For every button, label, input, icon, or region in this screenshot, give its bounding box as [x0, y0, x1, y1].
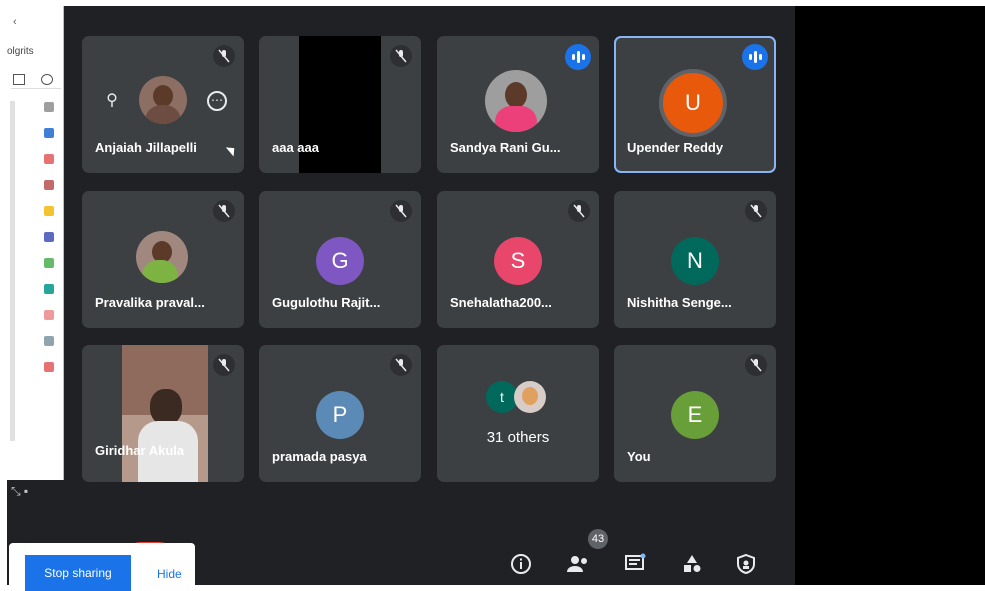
- mic-off-icon: [390, 45, 412, 67]
- others-avatar-stack: t: [486, 381, 556, 417]
- participant-name: Gugulothu Rajit...: [272, 295, 381, 310]
- others-tile[interactable]: t 31 others: [437, 345, 599, 482]
- more-tool-icon: [44, 362, 54, 372]
- chat-icon[interactable]: [622, 553, 648, 579]
- avatar-initial: E: [671, 391, 719, 439]
- shield-icon[interactable]: [733, 553, 759, 579]
- participant-tile[interactable]: aaa aaa: [259, 36, 421, 173]
- background-app-window: ‹ olgrits: [7, 6, 64, 480]
- mouse-cursor: [225, 143, 239, 157]
- avatar: [139, 76, 187, 124]
- mic-off-icon: [568, 200, 590, 222]
- participants-count-badge: 43: [588, 529, 608, 549]
- pin-icon[interactable]: ⚲: [102, 91, 122, 111]
- mic-off-icon: [390, 200, 412, 222]
- participant-name: Pravalika praval...: [95, 295, 205, 310]
- background-app-bottom-icons: ⤡ ▪: [11, 484, 29, 498]
- avatar-photo-body: [145, 105, 181, 124]
- background-app-title: olgrits: [7, 46, 34, 57]
- participant-tile[interactable]: S Snehalatha200...: [437, 191, 599, 328]
- background-app-scrollbar: [10, 101, 15, 441]
- mic-off-icon: [745, 354, 767, 376]
- participant-tile[interactable]: P pramada pasya: [259, 345, 421, 482]
- hide-link[interactable]: Hide: [157, 567, 182, 581]
- video-person-head: [150, 389, 182, 425]
- pdf-tool-icon: [44, 154, 54, 164]
- protect-tool-icon: [44, 336, 54, 346]
- mic-off-icon: [213, 200, 235, 222]
- sign-tool-icon: [44, 310, 54, 320]
- mic-off-icon: [390, 354, 412, 376]
- mini-avatar-photo: [514, 381, 546, 413]
- background-app-tool-column: [41, 102, 57, 388]
- participant-name: Anjaiah Jillapelli: [95, 140, 197, 155]
- participant-name: Nishitha Senge...: [627, 295, 732, 310]
- document-tool-icon: [44, 128, 54, 138]
- more-options-icon[interactable]: ⋯: [207, 91, 227, 111]
- avatar-initial: P: [316, 391, 364, 439]
- meet-screen: ‹ olgrits ⤡ ▪ ⚲ ⋯ Anjaiah Jillapelli aaa…: [7, 6, 795, 585]
- avatar-photo-head: [505, 82, 527, 108]
- participant-tile[interactable]: G Gugulothu Rajit...: [259, 191, 421, 328]
- avatar-initial: S: [494, 237, 542, 285]
- export-tool-icon: [44, 180, 54, 190]
- mic-off-icon: [213, 45, 235, 67]
- avatar: [485, 70, 547, 132]
- others-count-label: 31 others: [486, 429, 550, 446]
- avatar-initial: N: [671, 237, 719, 285]
- comment-tool-icon: [44, 206, 54, 216]
- mic-off-icon: [213, 354, 235, 376]
- avatar-photo-head: [153, 85, 173, 107]
- participant-tile[interactable]: N Nishitha Senge...: [614, 191, 776, 328]
- avatar-initial: U: [663, 73, 723, 133]
- participant-tile-active[interactable]: U Upender Reddy: [614, 36, 776, 173]
- zoom-icon: [41, 74, 53, 85]
- people-icon[interactable]: [565, 553, 591, 579]
- participant-name: aaa aaa: [272, 140, 319, 155]
- avatar-photo-body: [142, 260, 178, 283]
- black-margin: [795, 6, 985, 585]
- window-icon: [13, 74, 25, 85]
- participant-name: Snehalatha200...: [450, 295, 552, 310]
- edit-tool-icon: [44, 232, 54, 242]
- info-icon[interactable]: [508, 553, 534, 579]
- speaking-indicator-icon: [565, 44, 591, 70]
- background-app-toolbar: [11, 72, 61, 89]
- avatar: [136, 231, 188, 283]
- participant-tile[interactable]: ⚲ ⋯ Anjaiah Jillapelli: [82, 36, 244, 173]
- mic-off-icon: [745, 200, 767, 222]
- participant-name: Giridhar Akula: [95, 443, 185, 458]
- participant-name: pramada pasya: [272, 449, 367, 464]
- chevron-left-icon: ‹: [13, 16, 17, 28]
- image-tool-icon: [44, 258, 54, 268]
- participant-name: You: [627, 449, 651, 464]
- participant-tile[interactable]: Pravalika praval...: [82, 191, 244, 328]
- speaking-indicator-icon: [742, 44, 768, 70]
- stop-sharing-button[interactable]: Stop sharing: [25, 555, 131, 591]
- sharing-notification-bar: Stop sharing Hide: [9, 543, 195, 591]
- self-tile[interactable]: E You: [614, 345, 776, 482]
- video-feed: [122, 345, 208, 482]
- avatar-initial: G: [316, 237, 364, 285]
- search-tool-icon: [44, 102, 54, 112]
- avatar-photo-body: [495, 106, 537, 132]
- participant-tile[interactable]: Sandya Rani Gu...: [437, 36, 599, 173]
- participant-name: Upender Reddy: [627, 140, 724, 155]
- participant-name: Sandya Rani Gu...: [450, 140, 561, 155]
- activities-icon[interactable]: [679, 553, 705, 579]
- link-tool-icon: [44, 284, 54, 294]
- participant-tile[interactable]: Giridhar Akula: [82, 345, 244, 482]
